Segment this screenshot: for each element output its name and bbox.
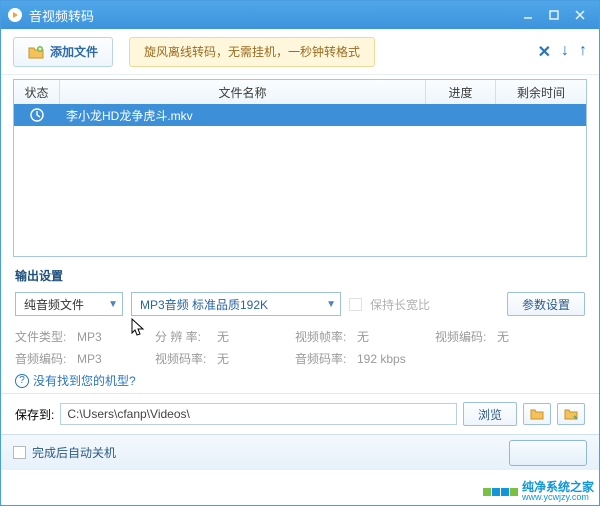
table-row[interactable]: 李小龙HD龙争虎斗.mkv	[14, 104, 586, 126]
add-file-button[interactable]: 添加文件	[13, 37, 113, 67]
save-path-input[interactable]	[60, 403, 457, 425]
col-name: 文件名称	[60, 80, 426, 104]
file-name: 李小龙HD龙争虎斗.mkv	[60, 104, 426, 126]
window-controls	[515, 6, 593, 24]
open-folder-button[interactable]	[523, 403, 551, 425]
toolbar: 添加文件 旋风离线转码，无需挂机，一秒钟转格式 ✕ ↓ ↑	[1, 29, 599, 75]
col-time: 剩余时间	[496, 80, 586, 104]
file-table-wrap: 状态 文件名称 进度 剩余时间 李小龙HD龙争虎斗.mkv	[1, 75, 599, 257]
chevron-down-icon: ▼	[108, 299, 118, 310]
table-body: 李小龙HD龙争虎斗.mkv	[14, 104, 586, 256]
move-up-icon[interactable]: ↑	[579, 42, 587, 62]
file-table: 状态 文件名称 进度 剩余时间 李小龙HD龙争虎斗.mkv	[13, 79, 587, 257]
maximize-button[interactable]	[541, 6, 567, 24]
browse-button[interactable]: 浏览	[463, 402, 517, 426]
output-section: 输出设置 纯音频文件 ▼ MP3音频 标准品质192K ▼ 保持长宽比 参数设置…	[1, 257, 599, 393]
close-button[interactable]	[567, 6, 593, 24]
move-down-icon[interactable]: ↓	[561, 42, 569, 62]
footer: 完成后自动关机	[1, 434, 599, 470]
window-title: 音视频转码	[29, 6, 515, 25]
help-link[interactable]: ? 没有找到您的机型?	[15, 372, 585, 389]
keep-ratio-checkbox[interactable]	[349, 298, 362, 311]
minimize-button[interactable]	[515, 6, 541, 24]
start-button[interactable]	[509, 440, 587, 466]
format-select-value: MP3音频 标准品质192K	[140, 296, 268, 313]
window: 音视频转码 添加文件 旋风离线转码，无需挂机，一秒钟转格式 ✕ ↓ ↑ 状态 文…	[0, 0, 600, 506]
type-select-value: 纯音频文件	[24, 296, 84, 313]
table-header: 状态 文件名称 进度 剩余时间	[14, 80, 586, 104]
col-progress: 进度	[426, 80, 496, 104]
titlebar: 音视频转码	[1, 1, 599, 29]
chevron-down-icon: ▼	[326, 299, 336, 310]
folder-icon	[530, 408, 544, 420]
col-status: 状态	[14, 80, 60, 104]
keep-ratio-label: 保持长宽比	[370, 296, 430, 313]
status-icon	[14, 104, 60, 126]
shutdown-checkbox[interactable]	[13, 446, 26, 459]
save-label: 保存到:	[15, 406, 54, 423]
folder-add-icon	[28, 45, 44, 59]
params-button[interactable]: 参数设置	[507, 292, 585, 316]
help-icon: ?	[15, 374, 29, 388]
remove-icon[interactable]: ✕	[538, 42, 551, 62]
shutdown-label: 完成后自动关机	[32, 444, 116, 461]
options-button[interactable]	[557, 403, 585, 425]
banner: 旋风离线转码，无需挂机，一秒钟转格式	[129, 37, 375, 67]
app-icon	[7, 7, 23, 23]
add-file-label: 添加文件	[50, 43, 98, 60]
type-select[interactable]: 纯音频文件 ▼	[15, 292, 123, 316]
output-title: 输出设置	[15, 267, 585, 284]
info-grid: 文件类型:MP3 分 辨 率:无 视频帧率:无 视频编码:无 音频编码:MP3 …	[15, 326, 585, 370]
format-select[interactable]: MP3音频 标准品质192K ▼	[131, 292, 341, 316]
list-tools: ✕ ↓ ↑	[538, 42, 587, 62]
save-row: 保存到: 浏览	[1, 393, 599, 434]
options-icon	[564, 408, 578, 420]
